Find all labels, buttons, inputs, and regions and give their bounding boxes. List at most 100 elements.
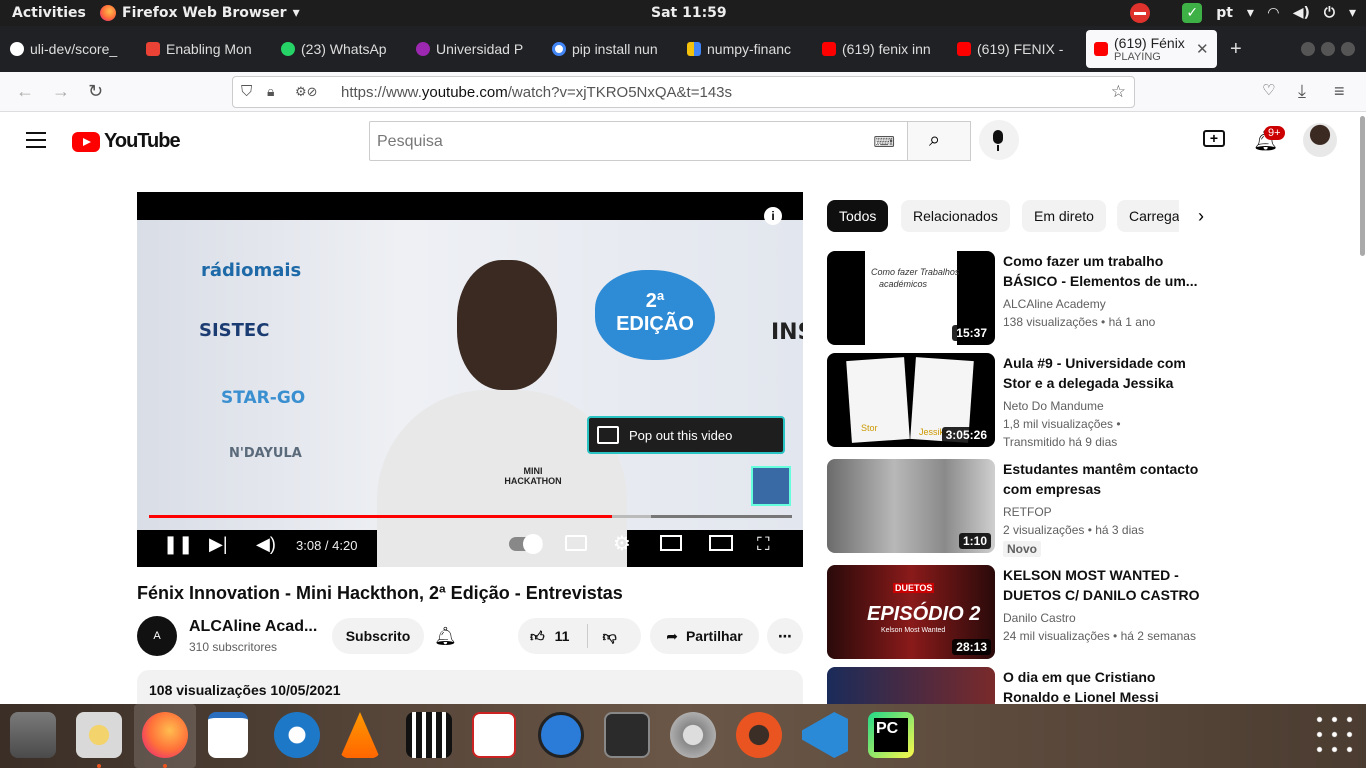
chip-uploads[interactable]: Carrega <box>1117 200 1179 232</box>
tab[interactable]: Enabling Mon <box>146 34 261 64</box>
fullscreen-icon[interactable]: ⛶ <box>757 535 770 553</box>
lock-icon[interactable]: 🔒︎ <box>267 83 274 100</box>
share-button[interactable]: ➦ Partilhar <box>650 618 759 654</box>
recommended-video[interactable]: O dia em que Cristiano Ronaldo e Lionel … <box>827 667 1207 704</box>
next-icon[interactable]: ▶| <box>209 535 228 553</box>
search-button[interactable]: ⌕ <box>907 121 971 161</box>
update-check-icon[interactable]: ✓ <box>1182 3 1203 23</box>
volume-icon[interactable]: ◀) <box>1293 5 1310 21</box>
show-applications-icon[interactable] <box>1312 712 1358 758</box>
tab[interactable]: (619) FENIX - <box>957 34 1072 64</box>
stop-icon[interactable] <box>1130 3 1151 23</box>
firefox-dock-icon[interactable] <box>142 712 188 758</box>
chip-related[interactable]: Relacionados <box>901 200 1010 232</box>
recommended-video[interactable]: Como fazer Trabalhos académicos 15:37 Como… <box>827 251 1207 345</box>
system-tray[interactable]: ✓ pt ▾ ◠ ◀) ⏻ ▾ <box>1130 3 1356 23</box>
thunderbird-icon[interactable] <box>274 712 320 758</box>
tab-active[interactable]: (619) Fénix I PLAYING ✕ <box>1086 30 1217 68</box>
recommended-video[interactable]: Stor Jessika 3:05:26 Aula #9 - Universidad… <box>827 353 1207 449</box>
maximize-button[interactable] <box>1321 42 1335 56</box>
settings-gear-icon[interactable]: ⚙ <box>613 534 631 554</box>
activities-button[interactable]: Activities <box>12 5 86 21</box>
shield-icon[interactable]: ⛉ <box>241 83 252 100</box>
vscode-icon[interactable] <box>802 712 848 758</box>
video-thumbnail[interactable]: Stor Jessika 3:05:26 <box>827 353 995 447</box>
pycharm-icon[interactable]: PC <box>868 712 914 758</box>
chip-live[interactable]: Em direto <box>1022 200 1106 232</box>
voice-search-button[interactable] <box>979 120 1019 160</box>
language-indicator[interactable]: pt <box>1216 5 1233 21</box>
video-player[interactable]: rádiomais SISTEC STAR-GO N'DAYULA 2ª EDIÇ… <box>137 192 803 567</box>
hamburger-menu-icon[interactable] <box>26 132 46 153</box>
libreoffice-writer-icon[interactable] <box>208 712 248 758</box>
video-thumbnail[interactable] <box>827 667 995 704</box>
volume-icon[interactable]: ◀) <box>256 535 276 553</box>
video-thumbnail[interactable]: DUETOS EPISÓDIO 2 Kelson Most Wanted 28:13 <box>827 565 995 659</box>
pocket-icon[interactable]: ♡ <box>1262 82 1275 100</box>
tab[interactable]: (23) WhatsAp <box>281 34 396 64</box>
chip-all[interactable]: Todos <box>827 200 889 232</box>
rhythmbox-icon[interactable] <box>76 712 122 758</box>
minimize-button[interactable] <box>1301 42 1315 56</box>
forward-icon[interactable]: → <box>52 82 70 100</box>
autoplay-toggle[interactable] <box>509 534 543 554</box>
more-actions-button[interactable]: ⋯ <box>767 618 803 654</box>
user-avatar[interactable] <box>1303 123 1337 157</box>
close-icon[interactable]: ✕ <box>1196 40 1209 58</box>
settings-icon[interactable] <box>670 712 716 758</box>
subscribed-button[interactable]: Subscrito <box>332 618 424 654</box>
tab[interactable]: pip install nun <box>552 34 667 64</box>
google-icon <box>552 42 566 56</box>
franz-icon[interactable] <box>538 712 584 758</box>
vlc-icon[interactable] <box>340 712 380 758</box>
search-input[interactable]: Pesquisa ⌨ <box>369 121 908 161</box>
keyboard-icon[interactable]: ⌨ <box>873 133 895 151</box>
channel-name[interactable]: ALCAline Acad... <box>189 618 317 636</box>
tab[interactable]: (619) fenix inn <box>822 34 937 64</box>
download-icon[interactable]: ⤓ <box>1298 82 1306 100</box>
url-bar[interactable]: ⛉ 🔒︎ ⚙⊘ https://www.youtube.com/watch?v=… <box>232 76 1135 108</box>
openshot-icon[interactable] <box>406 712 452 758</box>
video-thumbnail[interactable]: 1:10 <box>827 459 995 553</box>
theater-mode-icon[interactable] <box>709 535 733 551</box>
recommended-video[interactable]: DUETOS EPISÓDIO 2 Kelson Most Wanted 28:13 … <box>827 565 1207 659</box>
close-window-button[interactable] <box>1341 42 1355 56</box>
create-video-icon[interactable]: + <box>1203 130 1225 147</box>
bookmark-star-icon[interactable]: ☆ <box>1111 82 1126 102</box>
evince-icon[interactable] <box>472 712 516 758</box>
like-button[interactable]: 👍︎ 11 <box>530 628 569 645</box>
wifi-icon[interactable]: ◠ <box>1268 5 1279 21</box>
youtube-logo[interactable]: YouTube <box>72 130 181 153</box>
info-icon[interactable]: i <box>764 207 782 225</box>
permissions-icon[interactable]: ⚙⊘ <box>295 84 318 100</box>
menu-icon[interactable]: ≡ <box>1334 82 1345 100</box>
back-icon[interactable]: ← <box>16 82 34 100</box>
notification-bell-icon[interactable]: 🔔︎ <box>434 626 457 647</box>
url-text[interactable]: https://www.youtube.com/watch?v=xjTKRO5N… <box>341 84 732 101</box>
clock[interactable]: Sat 11:59 <box>651 5 727 21</box>
new-tab-button[interactable]: + <box>1230 38 1242 61</box>
terminal-icon[interactable] <box>604 712 650 758</box>
ubuntu-software-icon[interactable] <box>736 712 782 758</box>
miniplayer-icon[interactable] <box>660 535 682 551</box>
video-frame[interactable]: rádiomais SISTEC STAR-GO N'DAYULA 2ª EDIÇ… <box>137 220 803 567</box>
channel-avatar[interactable]: A <box>137 616 177 656</box>
progress-bar[interactable] <box>149 515 792 518</box>
thumbs-down-icon[interactable]: 👎︎ <box>602 628 616 645</box>
pop-out-video-button[interactable]: Pop out this video <box>587 416 785 454</box>
description-box[interactable]: 108 visualizações 10/05/2021 <box>137 670 803 704</box>
power-icon[interactable]: ⏻ <box>1324 5 1335 21</box>
chevron-right-icon[interactable]: › <box>1198 206 1204 227</box>
pause-icon[interactable]: ❚❚ <box>163 535 193 553</box>
reload-icon[interactable]: ↻ <box>88 82 103 100</box>
sponsor-sistec: SISTEC <box>199 320 270 341</box>
files-icon[interactable] <box>10 712 56 758</box>
page-scrollbar[interactable] <box>1359 112 1366 704</box>
video-thumbnail[interactable]: Como fazer Trabalhos académicos 15:37 <box>827 251 995 345</box>
recommended-video[interactable]: 1:10 Estudantes mantêm contacto com empr… <box>827 459 1207 557</box>
subtitles-icon[interactable] <box>565 535 587 551</box>
tab[interactable]: uli-dev/score_ <box>10 34 125 64</box>
tab[interactable]: numpy-financ <box>687 34 802 64</box>
tab[interactable]: Universidad P <box>416 34 531 64</box>
app-menu[interactable]: Firefox Web Browser ▾ <box>100 5 300 21</box>
